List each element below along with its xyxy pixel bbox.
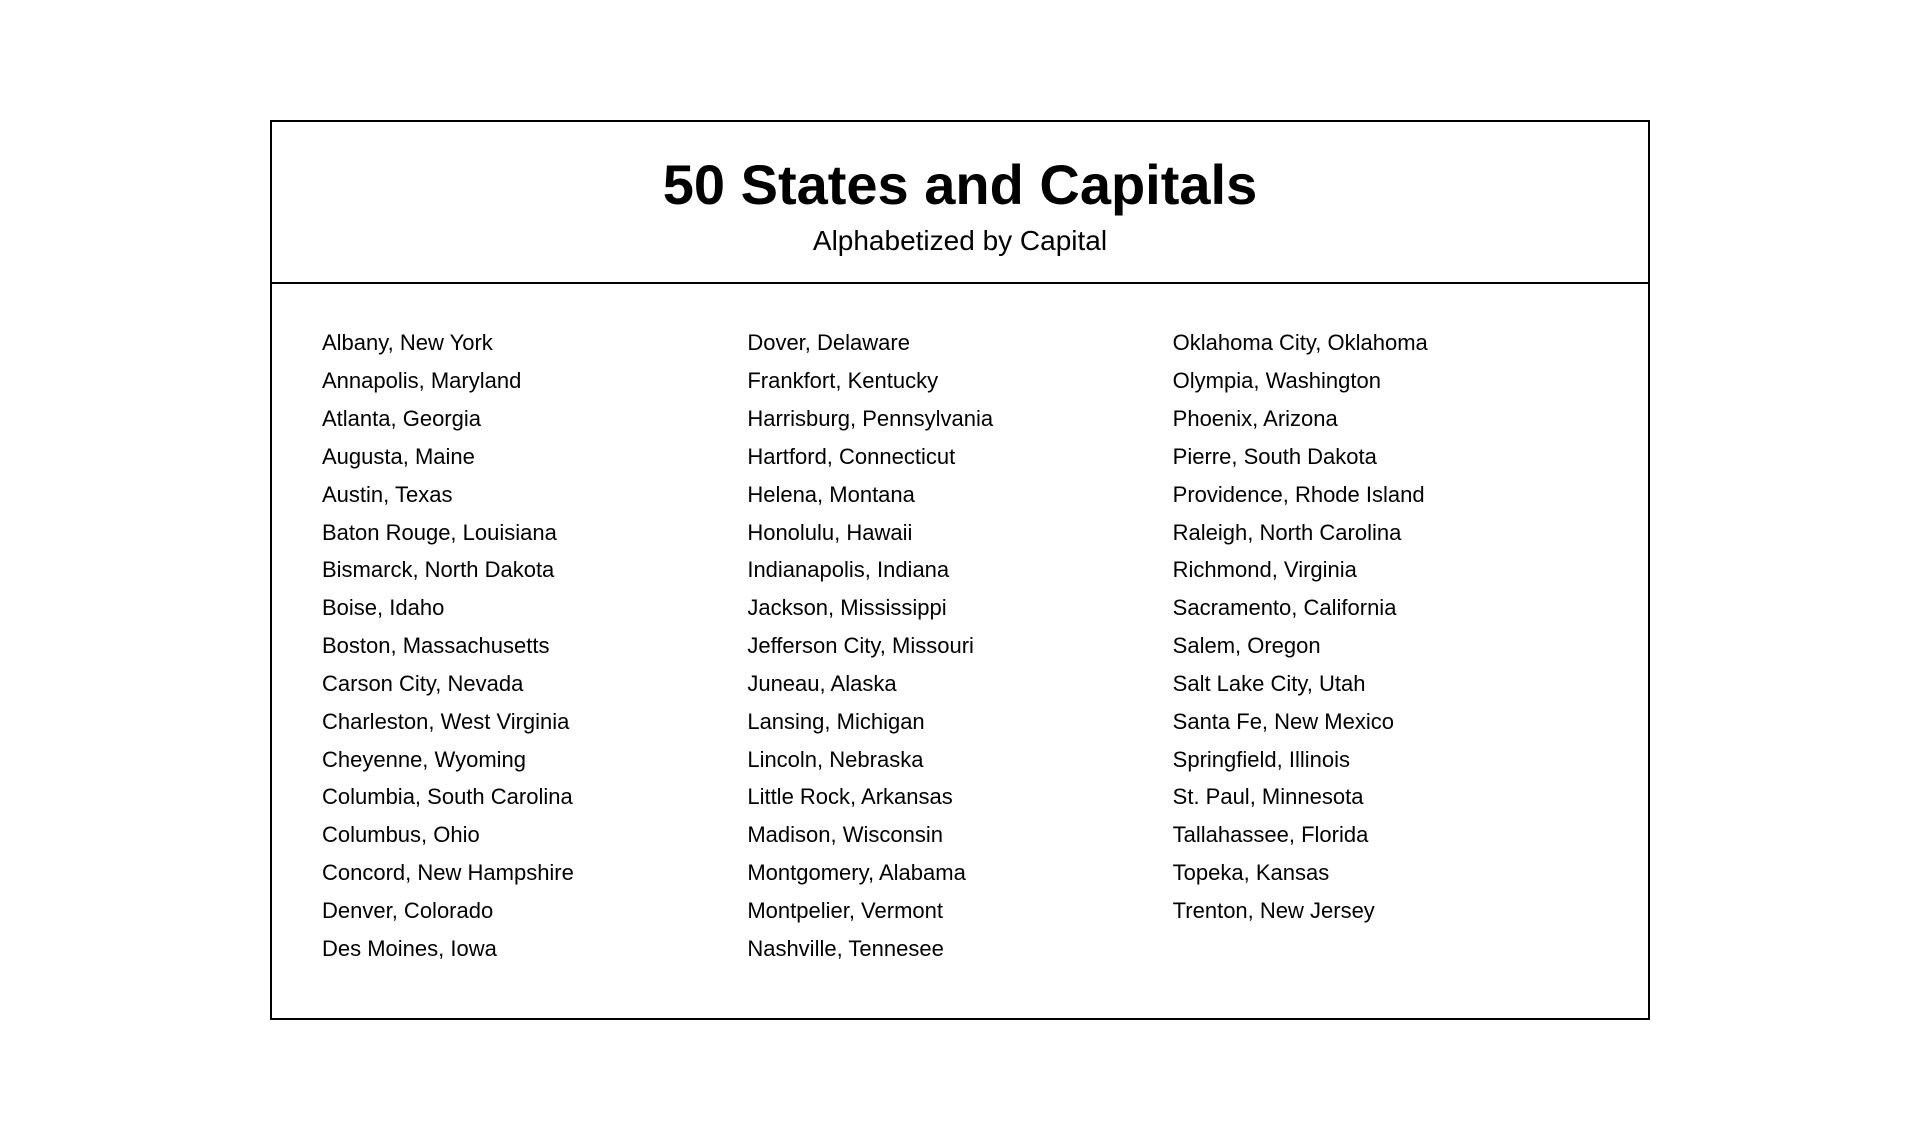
list-item: Denver, Colorado <box>322 892 747 930</box>
list-item: Santa Fe, New Mexico <box>1173 703 1598 741</box>
list-item: Sacramento, California <box>1173 589 1598 627</box>
main-title: 50 States and Capitals <box>292 152 1628 217</box>
list-item: Nashville, Tennesee <box>747 930 1172 968</box>
list-item: Atlanta, Georgia <box>322 400 747 438</box>
list-item: St. Paul, Minnesota <box>1173 778 1598 816</box>
list-item: Olympia, Washington <box>1173 362 1598 400</box>
list-item: Harrisburg, Pennsylvania <box>747 400 1172 438</box>
list-item: Helena, Montana <box>747 476 1172 514</box>
list-item: Montgomery, Alabama <box>747 854 1172 892</box>
list-item: Topeka, Kansas <box>1173 854 1598 892</box>
list-item: Frankfort, Kentucky <box>747 362 1172 400</box>
list-item: Madison, Wisconsin <box>747 816 1172 854</box>
list-item: Carson City, Nevada <box>322 665 747 703</box>
list-item: Austin, Texas <box>322 476 747 514</box>
list-item: Annapolis, Maryland <box>322 362 747 400</box>
header-section: 50 States and Capitals Alphabetized by C… <box>272 122 1648 284</box>
list-item: Boise, Idaho <box>322 589 747 627</box>
list-item: Honolulu, Hawaii <box>747 514 1172 552</box>
list-item: Phoenix, Arizona <box>1173 400 1598 438</box>
list-item: Columbia, South Carolina <box>322 778 747 816</box>
list-item: Boston, Massachusetts <box>322 627 747 665</box>
list-item: Indianapolis, Indiana <box>747 551 1172 589</box>
list-item: Des Moines, Iowa <box>322 930 747 968</box>
list-item: Tallahassee, Florida <box>1173 816 1598 854</box>
list-item: Salt Lake City, Utah <box>1173 665 1598 703</box>
list-item: Providence, Rhode Island <box>1173 476 1598 514</box>
list-item: Juneau, Alaska <box>747 665 1172 703</box>
list-item: Concord, New Hampshire <box>322 854 747 892</box>
list-item: Jefferson City, Missouri <box>747 627 1172 665</box>
list-item: Albany, New York <box>322 324 747 362</box>
list-item: Charleston, West Virginia <box>322 703 747 741</box>
main-container: 50 States and Capitals Alphabetized by C… <box>270 120 1650 1019</box>
list-item: Lansing, Michigan <box>747 703 1172 741</box>
list-item: Hartford, Connecticut <box>747 438 1172 476</box>
subtitle: Alphabetized by Capital <box>292 225 1628 257</box>
list-item: Dover, Delaware <box>747 324 1172 362</box>
list-item: Richmond, Virginia <box>1173 551 1598 589</box>
column-1: Albany, New YorkAnnapolis, MarylandAtlan… <box>322 324 747 967</box>
list-item: Salem, Oregon <box>1173 627 1598 665</box>
column-2: Dover, DelawareFrankfort, KentuckyHarris… <box>747 324 1172 967</box>
list-item: Baton Rouge, Louisiana <box>322 514 747 552</box>
list-item: Trenton, New Jersey <box>1173 892 1598 930</box>
list-item: Raleigh, North Carolina <box>1173 514 1598 552</box>
list-item: Jackson, Mississippi <box>747 589 1172 627</box>
list-item: Cheyenne, Wyoming <box>322 741 747 779</box>
list-item: Columbus, Ohio <box>322 816 747 854</box>
list-item: Oklahoma City, Oklahoma <box>1173 324 1598 362</box>
list-item: Lincoln, Nebraska <box>747 741 1172 779</box>
content-section: Albany, New YorkAnnapolis, MarylandAtlan… <box>272 284 1648 1017</box>
column-3: Oklahoma City, OklahomaOlympia, Washingt… <box>1173 324 1598 967</box>
list-item: Pierre, South Dakota <box>1173 438 1598 476</box>
list-item: Springfield, Illinois <box>1173 741 1598 779</box>
list-item: Montpelier, Vermont <box>747 892 1172 930</box>
list-item: Bismarck, North Dakota <box>322 551 747 589</box>
list-item: Augusta, Maine <box>322 438 747 476</box>
list-item: Little Rock, Arkansas <box>747 778 1172 816</box>
